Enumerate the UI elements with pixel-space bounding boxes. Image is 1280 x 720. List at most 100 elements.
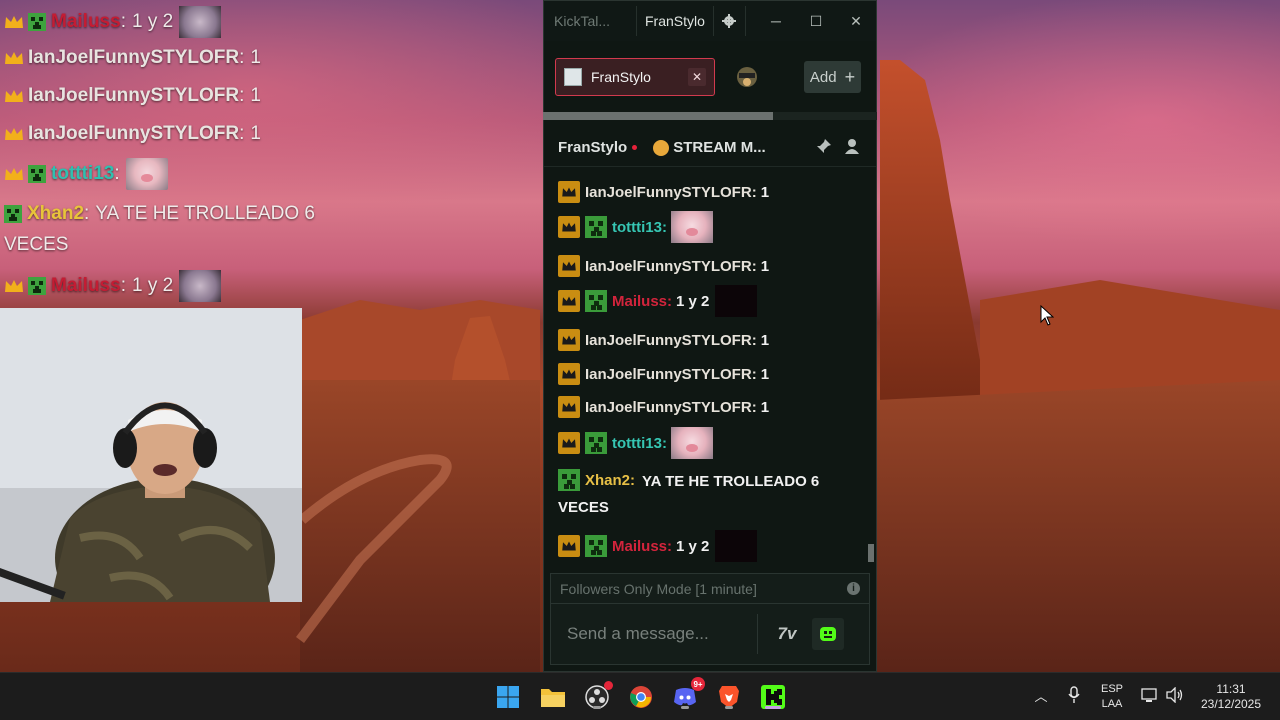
crown-badge-icon (4, 50, 24, 66)
chat-text: 1 (760, 365, 770, 383)
discord-button[interactable]: 9+ (669, 677, 705, 713)
chat-message: tottti13: (558, 211, 713, 243)
language-top: ESP (1100, 683, 1123, 695)
followers-only-banner: Followers Only Mode [1 minute] i (550, 573, 870, 603)
chat-message: tottti13: (558, 427, 713, 459)
creeper-badge-icon (28, 165, 46, 183)
emote-image (715, 530, 758, 562)
overlay-separator: : (84, 203, 90, 224)
kicktalk-taskbar-button[interactable] (757, 681, 789, 713)
network-button[interactable] (1140, 687, 1160, 708)
overlay-message: YA TE HE TROLLEADO 6 (95, 203, 315, 224)
tab-scrollbar-thumb[interactable] (543, 112, 773, 120)
chat-text: YA TE HE TROLLEADO 6 VECES (558, 473, 820, 516)
emote-image (671, 427, 713, 459)
overlay-chat-line: IanJoelFunnySTYLOFR : 1 (4, 85, 261, 107)
folder-icon (541, 689, 565, 707)
discord-icon (674, 688, 696, 706)
creeper-badge-icon (585, 290, 607, 312)
add-channel-button[interactable]: Add + (804, 61, 861, 93)
file-explorer-button[interactable] (537, 681, 569, 713)
app-title: KickTal... (554, 13, 611, 29)
emote-image (715, 285, 758, 317)
chat-username[interactable]: IanJoelFunnySTYLOFR (585, 258, 752, 275)
chat-username[interactable]: IanJoelFunnySTYLOFR (585, 332, 752, 349)
crown-badge-icon (558, 290, 580, 312)
chat-username[interactable]: tottti13 (612, 219, 662, 236)
network-icon (1141, 688, 1157, 702)
chat-scrollbar[interactable] (868, 544, 874, 562)
tab-second-channel[interactable] (735, 65, 759, 89)
overlay-message: 1 (250, 85, 261, 106)
overlay-chat-line: IanJoelFunnySTYLOFR : 1 (4, 123, 261, 145)
brave-button[interactable] (713, 681, 745, 713)
info-icon[interactable]: i (847, 582, 860, 595)
user-icon[interactable] (844, 138, 860, 154)
overlay-message: 1 (250, 123, 261, 144)
creeper-badge-icon (28, 277, 46, 295)
stream-title: STREAM M... (673, 139, 766, 156)
message-input[interactable] (567, 624, 757, 644)
crown-badge-icon (4, 14, 24, 30)
close-window-button[interactable]: ✕ (836, 1, 876, 41)
kick-emote-button[interactable] (812, 618, 844, 650)
creeper-badge-icon (585, 216, 607, 238)
chat-text: 1 (760, 183, 770, 201)
overlay-separator: : (114, 163, 120, 184)
chat-username[interactable]: IanJoelFunnySTYLOFR (585, 366, 752, 383)
emote-image (125, 158, 168, 190)
notification-badge: 9+ (691, 677, 705, 691)
clock[interactable]: 11:31 23/12/2025 (1196, 682, 1266, 712)
chat-message: Mailuss: 1 y 2 (558, 530, 758, 562)
microphone-button[interactable] (1066, 686, 1082, 709)
channel-avatar-icon (564, 68, 582, 86)
emote-image (179, 6, 222, 38)
overlay-username: tottti13 (51, 163, 115, 184)
chat-username[interactable]: IanJoelFunnySTYLOFR (585, 399, 752, 416)
running-indicator (725, 706, 733, 709)
chat-username[interactable]: Mailuss (612, 538, 667, 555)
webcam-feed (0, 308, 302, 602)
chrome-button[interactable] (625, 681, 657, 713)
language-bottom: LAA (1101, 698, 1123, 710)
obs-button[interactable] (581, 681, 613, 713)
crown-badge-icon (558, 329, 580, 351)
speaker-icon (1166, 686, 1183, 704)
running-indicator (681, 706, 689, 709)
overlay-message: 1 y 2 (131, 275, 174, 296)
language-indicator[interactable]: ESP LAA (1098, 682, 1126, 712)
settings-button[interactable] (714, 6, 746, 36)
volume-button[interactable] (1165, 686, 1185, 708)
chat-username[interactable]: Mailuss (612, 293, 667, 310)
windows-taskbar: 9+ ︿ ESP LAA 11:31 23/12/2025 (0, 672, 1280, 720)
minimize-button[interactable]: ─ (756, 1, 796, 41)
creeper-badge-icon (4, 205, 22, 223)
chat-message: IanJoelFunnySTYLOFR: 1 (558, 181, 769, 203)
running-indicator (593, 706, 601, 709)
overlay-chat-line: tottti13 : (4, 158, 168, 190)
crown-badge-icon (4, 88, 24, 104)
channel-header: FranStylo STREAM M... (544, 129, 876, 167)
overlay-separator: : (120, 11, 126, 32)
overlay-separator: : (239, 47, 245, 68)
windows-logo-icon (497, 686, 519, 708)
current-user-button[interactable]: FranStylo (636, 6, 714, 36)
tab-scrollbar[interactable] (543, 112, 877, 120)
chat-text: 1 (760, 398, 770, 416)
pin-icon[interactable] (816, 138, 832, 154)
overlay-username: IanJoelFunnySTYLOFR (28, 123, 240, 144)
crown-badge-icon (558, 255, 580, 277)
overlay-username: IanJoelFunnySTYLOFR (28, 85, 240, 106)
close-tab-button[interactable]: ✕ (688, 68, 706, 86)
show-hidden-icons-button[interactable]: ︿ (1033, 689, 1049, 704)
tab-franstylo[interactable]: FranStylo ✕ (555, 58, 715, 96)
chat-username[interactable]: IanJoelFunnySTYLOFR (585, 184, 752, 201)
chat-message: IanJoelFunnySTYLOFR: 1 (558, 396, 769, 418)
chat-username[interactable]: tottti13 (612, 435, 662, 452)
maximize-button[interactable]: ☐ (796, 1, 836, 41)
7tv-emote-button[interactable]: 7v (770, 617, 804, 651)
start-button[interactable] (492, 681, 524, 713)
webcam-person-image (0, 308, 302, 602)
emoji-icon (653, 139, 670, 156)
chat-text: 1 y 2 (676, 292, 710, 310)
